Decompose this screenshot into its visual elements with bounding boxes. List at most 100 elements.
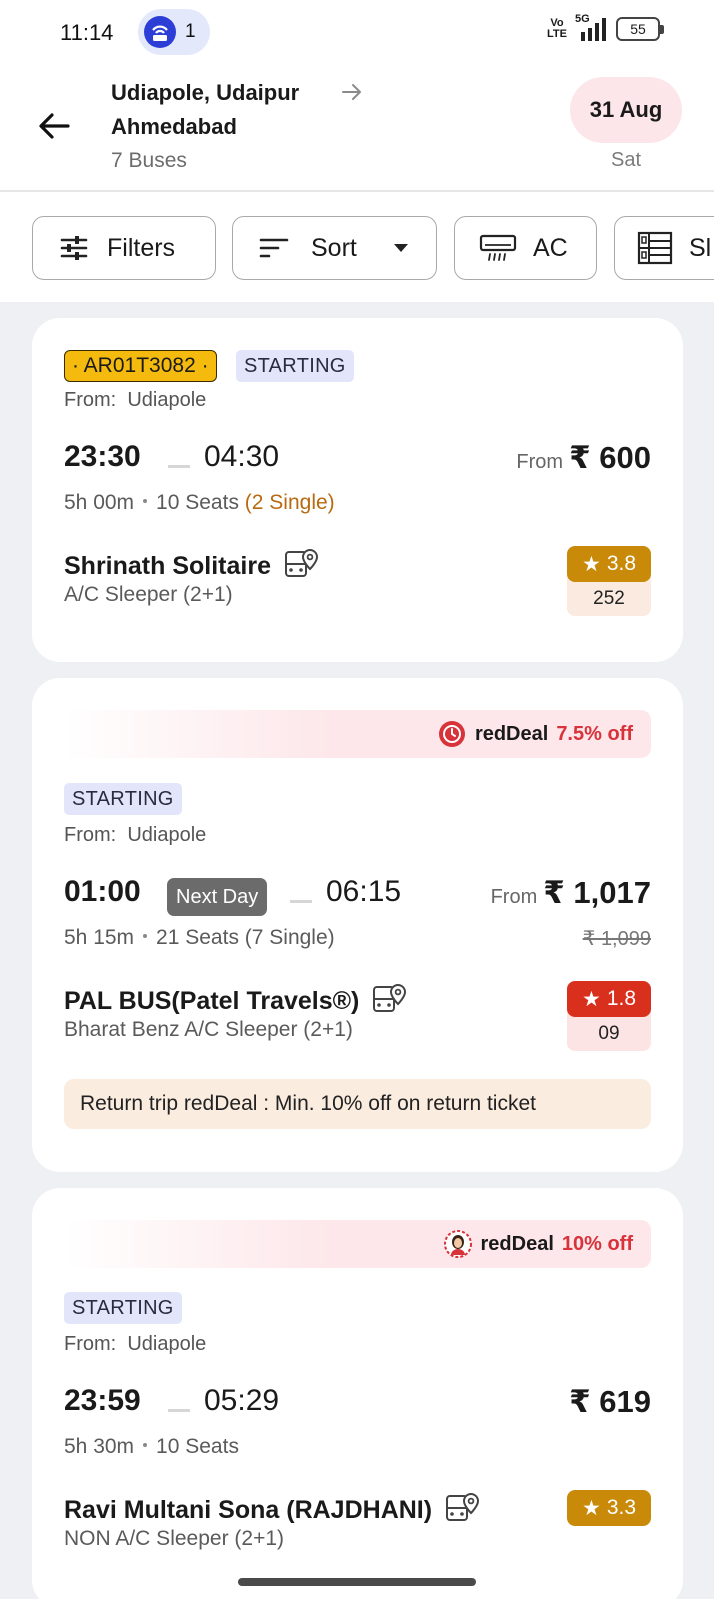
single-seats: (2 Single) (244, 491, 335, 514)
operator-name: Shrinath Solitaire (64, 546, 320, 581)
operator-name: Ravi Multani Sona (RAJDHANI) (64, 1490, 481, 1525)
price-prefix: From (490, 886, 538, 908)
hotspot-indicator[interactable]: 1 (138, 9, 210, 55)
duration: 5h 30m (64, 1435, 135, 1458)
bus-type: Bharat Benz A/C Sleeper (2+1) (64, 1018, 353, 1041)
boarding-name: Udiapole (127, 389, 207, 411)
rating-value: 3.8 (606, 552, 637, 575)
bus-type: NON A/C Sleeper (2+1) (64, 1527, 285, 1550)
filters-label: Filters (107, 233, 176, 262)
departure-time: 23:30 (64, 440, 141, 473)
arrival-time: 05:29 (204, 1384, 280, 1417)
departure-time: 01:00 (64, 875, 141, 908)
sliders-icon (60, 236, 88, 260)
sleeper-label: Sl (689, 233, 712, 262)
trip-meta: 5h 15m 21 Seats (7 Single) (64, 926, 335, 950)
back-arrow-icon[interactable] (34, 106, 74, 146)
signal-icon: 5G (575, 13, 606, 41)
route-arrow-icon (340, 80, 364, 110)
operator-label: Ravi Multani Sona (RAJDHANI) (64, 1496, 433, 1524)
date-value: 31 Aug (589, 97, 663, 122)
rating-pill: ★ 3.3 (567, 1490, 651, 1526)
rating-box: ★ 1.8 09 (567, 981, 651, 1051)
rating-pill: ★ 1.8 (567, 981, 651, 1017)
volte-icon: Vo LTE (547, 17, 567, 40)
live-tracking-icon (373, 983, 407, 1012)
departure-time: 23:59 (64, 1384, 141, 1417)
reddeal-discount: 7.5% off (556, 722, 633, 745)
battery-icon: 55 (616, 17, 664, 41)
route-destination: Ahmedabad (111, 114, 237, 139)
boarding-point: From: Udiapole (64, 824, 206, 847)
route-source: Udiapole, Udaipur (111, 80, 300, 105)
battery-level: 55 (630, 21, 646, 37)
sleeper-icon (637, 231, 673, 265)
from-label: From: (64, 824, 117, 846)
fare: From ₹ 1,017 (491, 875, 651, 911)
rating-value: 1.8 (606, 987, 637, 1010)
sort-dropdown[interactable]: Sort (232, 216, 437, 280)
operator-label: Shrinath Solitaire (64, 552, 271, 580)
duration: 5h 15m (64, 926, 135, 949)
reddeal-discount: 10% off (561, 1232, 633, 1255)
return-trip-deal[interactable]: Return trip redDeal : Min. 10% off on re… (64, 1079, 651, 1129)
time-dash (168, 465, 190, 468)
time-dash (168, 1409, 190, 1412)
price: ₹ 619 (569, 1384, 651, 1419)
caret-down-icon (393, 244, 408, 252)
star-icon: ★ (581, 552, 601, 576)
ac-filter-chip[interactable]: AC (454, 216, 597, 280)
hotspot-count: 1 (185, 21, 196, 42)
trip-meta: 5h 00m 10 Seats (2 Single) (64, 491, 335, 515)
bus-count: 7 Buses (111, 149, 187, 172)
price: ₹ 600 (569, 440, 651, 475)
date-selector[interactable]: 31 Aug (570, 77, 682, 143)
home-indicator[interactable] (238, 1578, 476, 1586)
starting-tag: STARTING (64, 1292, 182, 1324)
bus-card[interactable]: redDeal 7.5% off STARTING From: Udiapole… (32, 678, 683, 1172)
boarding-name: Udiapole (127, 1333, 207, 1355)
reddeal-label: redDeal (480, 1232, 554, 1255)
system-icons: Vo LTE 5G 55 (547, 13, 664, 41)
from-label: From: (64, 389, 117, 411)
rating-box: ★ 3.3 (567, 1490, 651, 1526)
boarding-point: From: Udiapole (64, 1333, 206, 1356)
rating-count: 252 (593, 588, 625, 609)
filters-button[interactable]: Filters (32, 216, 216, 280)
original-price: ₹ 1,099 (582, 928, 651, 950)
from-label: From: (64, 1333, 117, 1355)
sleeper-filter-chip[interactable]: Sl (614, 216, 714, 280)
registration-badge: · AR01T3082 · (64, 350, 217, 382)
star-icon: ★ (581, 1496, 601, 1520)
ac-label: AC (533, 233, 568, 262)
bus-card[interactable]: redDeal 10% off STARTING From: Udiapole … (32, 1188, 683, 1599)
boarding-name: Udiapole (127, 824, 207, 846)
rating-value: 3.3 (606, 1496, 637, 1519)
rating-pill: ★ 3.8 (567, 546, 651, 582)
seats: 10 Seats (156, 491, 239, 514)
reddeal-banner: redDeal 7.5% off (64, 710, 651, 758)
arrival-time: 06:15 (326, 875, 402, 908)
operator-label: PAL BUS(Patel Travels®) (64, 987, 360, 1015)
live-tracking-icon (284, 548, 318, 577)
star-icon: ★ (581, 987, 601, 1011)
sort-icon (259, 238, 289, 258)
network-type: 5G (575, 13, 590, 25)
operator-name: PAL BUS(Patel Travels®) (64, 981, 408, 1016)
header-divider (0, 190, 714, 192)
rating-box: ★ 3.8 252 (567, 546, 651, 616)
starting-tag: STARTING (64, 783, 182, 815)
reddeal-banner: redDeal 10% off (64, 1220, 651, 1268)
fare: ₹ 619 (569, 1384, 651, 1420)
fare: From ₹ 600 (516, 440, 651, 476)
date-day: Sat (610, 149, 642, 171)
bus-card[interactable]: · AR01T3082 · STARTING From: Udiapole 23… (32, 318, 683, 662)
status-time: 11:14 (60, 20, 114, 45)
seats: 10 Seats (156, 1435, 239, 1458)
boarding-point: From: Udiapole (64, 389, 206, 412)
time-dash (290, 900, 312, 903)
price: ₹ 1,017 (543, 875, 651, 910)
seats: 21 Seats (7 Single) (156, 926, 335, 949)
sort-label: Sort (311, 233, 357, 262)
next-day-badge: Next Day (167, 878, 268, 916)
